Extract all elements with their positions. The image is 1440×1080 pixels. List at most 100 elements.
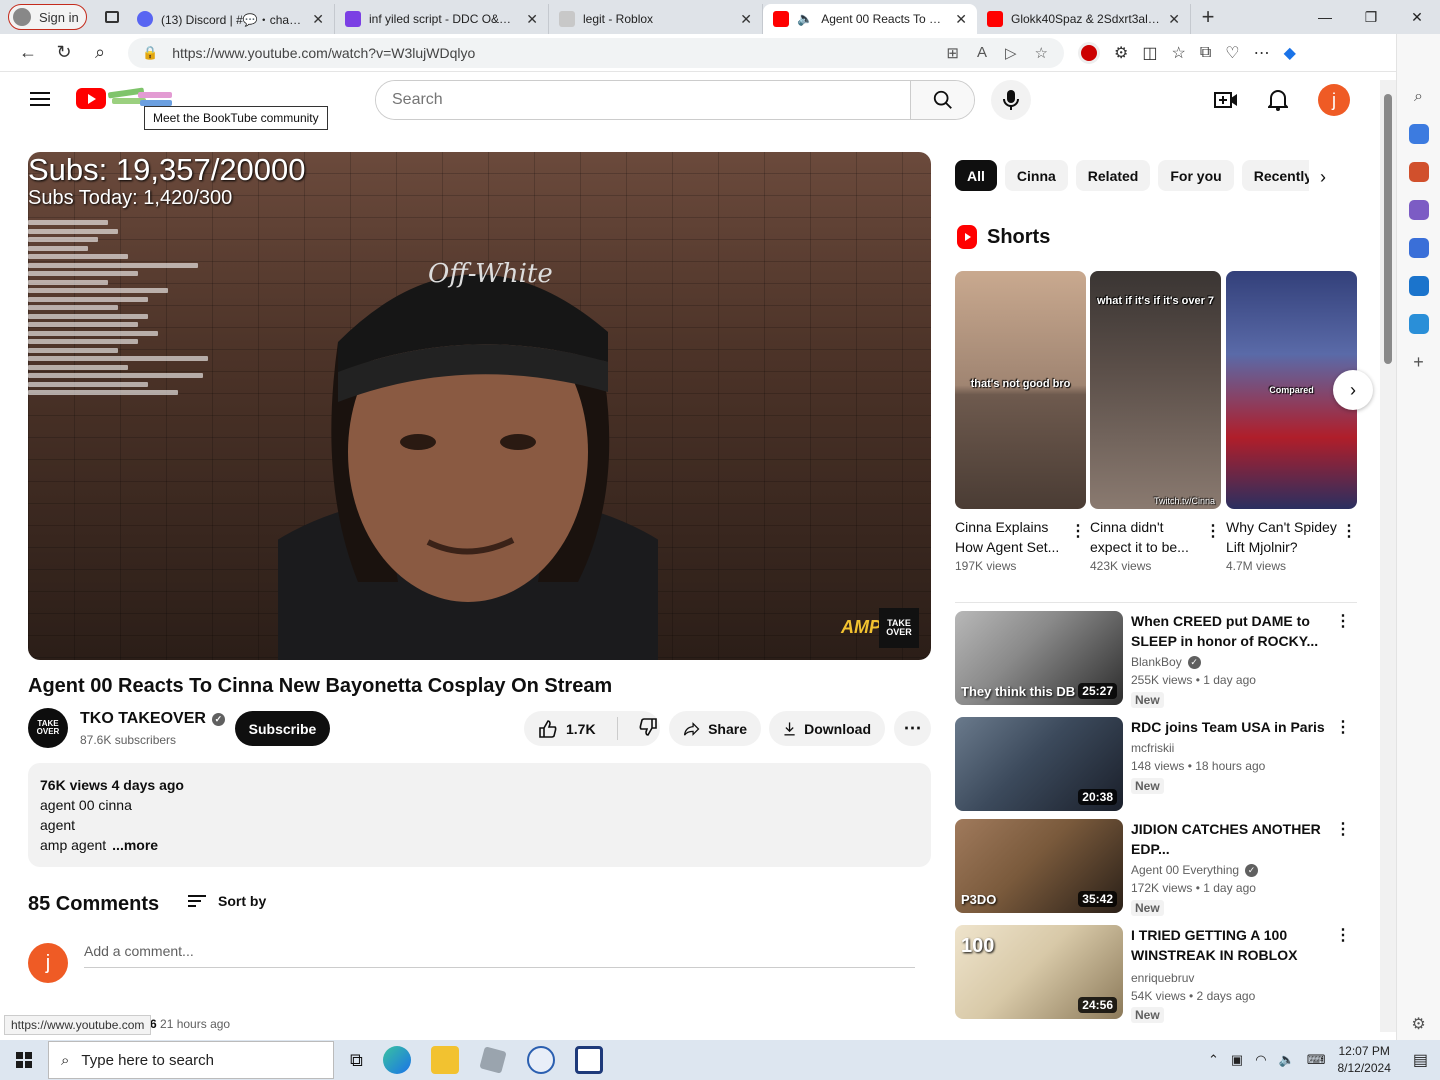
short-card[interactable]: Compared Why Can't Spidey Lift Mjolnir? … xyxy=(1226,271,1357,573)
close-window-icon[interactable]: ✕ xyxy=(1394,9,1440,26)
video-title[interactable]: When CREED put DAME to SLEEP in honor of… xyxy=(1131,611,1331,651)
browser-tab-youtube-2[interactable]: Glokk40Spaz & 2Sdxrt3all - D ✕ xyxy=(977,4,1191,34)
extensions-puzzle-icon[interactable]: ⚙ xyxy=(1114,43,1128,63)
restore-icon[interactable]: ❐ xyxy=(1348,9,1394,26)
youtube-logo-icon[interactable] xyxy=(76,88,106,109)
channel-name[interactable]: mcfriskii xyxy=(1131,741,1174,755)
more-vertical-icon[interactable]: ⋮ xyxy=(1335,819,1351,839)
start-button[interactable] xyxy=(0,1052,48,1068)
close-tab-icon[interactable]: ✕ xyxy=(526,11,538,28)
collections-icon[interactable]: ⧉ xyxy=(1200,44,1211,62)
notifications-icon[interactable]: ▤ xyxy=(1413,1050,1428,1070)
close-tab-icon[interactable]: ✕ xyxy=(740,11,752,28)
chip-cinna[interactable]: Cinna xyxy=(1004,160,1068,191)
read-aloud-icon[interactable]: A xyxy=(977,44,987,62)
volume-speaker-icon[interactable]: 🔈 xyxy=(1279,1052,1295,1068)
show-hidden-icons-icon[interactable]: ⌃ xyxy=(1208,1052,1219,1068)
short-title[interactable]: Cinna Explains How Agent Set... xyxy=(955,517,1067,557)
channel-name[interactable]: Agent 00 Everything xyxy=(1131,863,1239,877)
short-title[interactable]: Why Can't Spidey Lift Mjolnir? xyxy=(1226,517,1338,557)
video-thumbnail[interactable]: 100 24:56 xyxy=(955,925,1123,1019)
video-thumbnail[interactable]: 20:38 xyxy=(955,717,1123,811)
favorites-icon[interactable]: ☆ xyxy=(1171,43,1185,63)
games-icon[interactable] xyxy=(1408,200,1429,220)
browser-essentials-icon[interactable]: ♡ xyxy=(1225,43,1239,63)
description-more-link[interactable]: ...more xyxy=(112,837,158,853)
browser-tab-youtube-active[interactable]: 🔈 Agent 00 Reacts To Cinn ✕ xyxy=(763,4,977,34)
lock-icon[interactable]: 🔒 xyxy=(142,45,158,61)
copilot-icon[interactable]: ◆ xyxy=(1284,43,1296,63)
video-player[interactable]: Off-White Subs: 19,357/20000 Subs Today:… xyxy=(28,152,931,660)
recommended-video[interactable]: They think this DB 25:27 When CREED put … xyxy=(955,611,1357,708)
more-actions-button[interactable]: ⋯ xyxy=(894,711,931,746)
account-avatar[interactable]: j xyxy=(1318,84,1350,116)
sort-comments-button[interactable]: Sort by xyxy=(188,892,266,910)
video-thumbnail[interactable]: P3DO 35:42 xyxy=(955,819,1123,913)
video-title[interactable]: I TRIED GETTING A 100 WINSTREAK IN ROBLO… xyxy=(1131,925,1331,965)
more-vertical-icon[interactable]: ⋮ xyxy=(1070,521,1086,541)
add-comment-input[interactable]: Add a comment... xyxy=(84,943,915,968)
notifications-bell-icon[interactable] xyxy=(1268,89,1288,111)
outlook-icon[interactable] xyxy=(1408,276,1429,296)
back-arrow-icon[interactable]: ← xyxy=(10,42,46,63)
recommended-video[interactable]: P3DO 35:42 JIDION CATCHES ANOTHER EDP...… xyxy=(955,819,1357,916)
channel-name[interactable]: TKO TAKEOVER xyxy=(80,710,206,728)
roblox-studio-icon[interactable] xyxy=(526,1046,555,1074)
commenter-avatar[interactable]: j xyxy=(28,943,68,983)
more-vertical-icon[interactable]: ⋮ xyxy=(1335,611,1351,631)
browser-tab-discord[interactable]: (13) Discord | #💬・chat | Tid ✕ xyxy=(127,4,335,34)
microsoft-365-icon[interactable] xyxy=(1408,238,1429,258)
browser-tab-yahoo[interactable]: inf yiled script - DDC O&O Ya ✕ xyxy=(335,4,549,34)
split-screen-icon[interactable]: ◫ xyxy=(1142,43,1157,63)
search-button[interactable] xyxy=(910,81,974,119)
shorts-next-button[interactable]: › xyxy=(1333,370,1373,410)
search-input[interactable] xyxy=(376,81,910,119)
chip-related[interactable]: Related xyxy=(1075,160,1151,191)
channel-name[interactable]: enriquebruv xyxy=(1131,971,1194,985)
close-tab-icon[interactable]: ✕ xyxy=(955,11,967,28)
video-thumbnail[interactable]: They think this DB 25:27 xyxy=(955,611,1123,705)
address-bar[interactable]: 🔒 https://www.youtube.com/watch?v=W3lujW… xyxy=(128,37,1064,68)
more-vertical-icon[interactable]: ⋮ xyxy=(1341,521,1357,541)
video-icon[interactable]: ▷ xyxy=(1005,44,1017,62)
page-scrollbar[interactable] xyxy=(1380,80,1396,1032)
refresh-icon[interactable]: ↻ xyxy=(46,42,82,63)
search-icon[interactable]: ⌕ xyxy=(82,42,118,63)
sidebar-settings-icon[interactable]: ⚙ xyxy=(1411,1014,1425,1034)
recommended-video[interactable]: 100 24:56 I TRIED GETTING A 100 WINSTREA… xyxy=(955,925,1357,1023)
channel-avatar[interactable]: TAKE OVER xyxy=(28,708,68,748)
taskbar-clock[interactable]: 12:07 PM 8/12/2024 xyxy=(1337,1043,1390,1077)
app-available-icon[interactable]: ⊞ xyxy=(946,44,959,62)
short-thumbnail[interactable]: what if it's if it's over 7 Twitch.tv/Ci… xyxy=(1090,271,1221,509)
more-vertical-icon[interactable]: ⋮ xyxy=(1205,521,1221,541)
audio-playing-icon[interactable]: 🔈 xyxy=(797,11,813,27)
chip-for-you[interactable]: For you xyxy=(1158,160,1234,191)
recommended-video[interactable]: 20:38 RDC joins Team USA in Paris mcfris… xyxy=(955,717,1357,813)
more-vertical-icon[interactable]: ⋮ xyxy=(1335,717,1351,737)
file-explorer-icon[interactable] xyxy=(430,1046,459,1074)
channel-name[interactable]: BlankBoy xyxy=(1131,655,1182,669)
sidebar-search-icon[interactable]: ⌕ xyxy=(1414,88,1423,106)
chevron-right-icon[interactable]: › xyxy=(1320,167,1326,188)
video-title[interactable]: RDC joins Team USA in Paris xyxy=(1131,717,1331,737)
tools-briefcase-icon[interactable] xyxy=(1408,162,1429,182)
send-icon[interactable] xyxy=(1408,314,1429,334)
short-card[interactable]: what if it's if it's over 7 Twitch.tv/Ci… xyxy=(1090,271,1221,573)
share-button[interactable]: Share xyxy=(669,711,761,746)
new-tab-button[interactable]: + xyxy=(1191,4,1225,30)
store-app-icon[interactable] xyxy=(574,1046,603,1074)
download-button[interactable]: Download xyxy=(769,711,885,746)
meet-now-icon[interactable]: ▣ xyxy=(1231,1052,1243,1068)
tab-actions-button[interactable] xyxy=(97,4,127,30)
short-card[interactable]: that's not good bro Cinna Explains How A… xyxy=(955,271,1086,573)
favorite-star-icon[interactable]: ☆ xyxy=(1035,44,1048,62)
network-wifi-icon[interactable]: ◠ xyxy=(1255,1052,1266,1068)
dislike-button[interactable] xyxy=(626,717,658,740)
add-sidebar-app-icon[interactable]: + xyxy=(1413,352,1424,373)
comment-time[interactable]: 21 hours ago xyxy=(160,1017,230,1031)
roblox-icon[interactable] xyxy=(479,1046,507,1074)
like-button[interactable]: 1.7K xyxy=(524,717,618,740)
short-title[interactable]: Cinna didn't expect it to be... xyxy=(1090,517,1202,557)
short-thumbnail[interactable]: that's not good bro xyxy=(955,271,1086,509)
voice-search-button[interactable] xyxy=(991,80,1031,120)
